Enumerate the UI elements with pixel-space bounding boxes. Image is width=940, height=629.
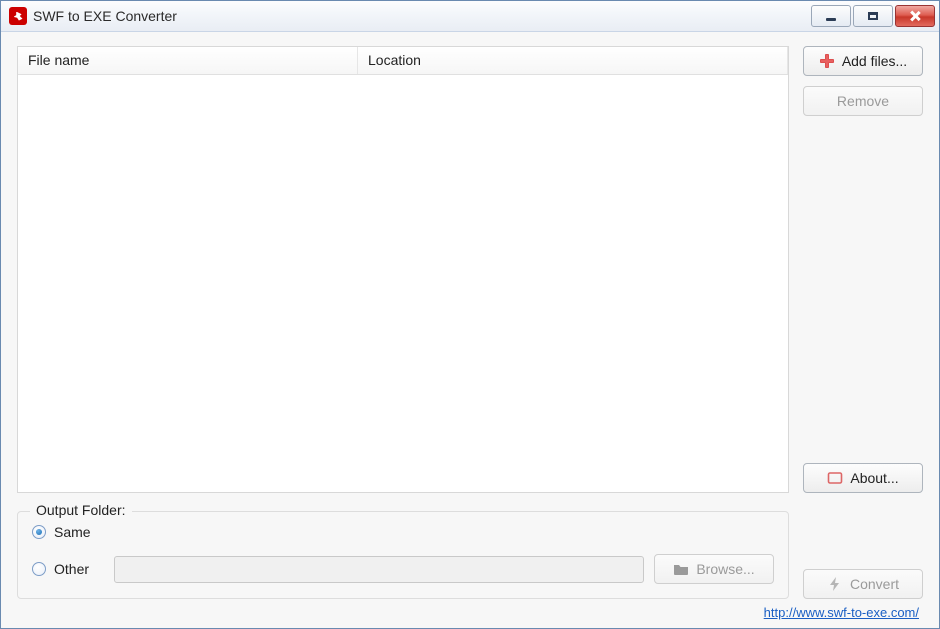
- convert-label: Convert: [850, 576, 899, 592]
- add-files-button[interactable]: Add files...: [803, 46, 923, 76]
- close-button[interactable]: [895, 5, 935, 27]
- radio-other-row: Other Browse...: [32, 554, 774, 584]
- radio-other[interactable]: [32, 562, 46, 576]
- browse-button[interactable]: Browse...: [654, 554, 774, 584]
- table-body[interactable]: [18, 75, 788, 492]
- radio-same[interactable]: [32, 525, 46, 539]
- radio-other-inner[interactable]: Other: [32, 561, 104, 577]
- spacer: [803, 126, 923, 453]
- footer: http://www.swf-to-exe.com/: [17, 599, 923, 620]
- bottom-row: Output Folder: Same Other: [17, 511, 923, 599]
- add-files-label: Add files...: [842, 53, 907, 69]
- radio-same-row[interactable]: Same: [32, 524, 774, 540]
- window-title: SWF to EXE Converter: [33, 8, 811, 24]
- output-path-input[interactable]: [114, 556, 644, 583]
- lightning-icon: [827, 576, 843, 592]
- website-link[interactable]: http://www.swf-to-exe.com/: [764, 605, 919, 620]
- output-folder-legend: Output Folder:: [30, 502, 132, 518]
- top-row: File name Location Add files... Remove A…: [17, 46, 923, 493]
- minimize-icon: [825, 11, 837, 21]
- titlebar[interactable]: SWF to EXE Converter: [1, 1, 939, 32]
- table-header: File name Location: [18, 47, 788, 75]
- folder-icon: [673, 561, 689, 577]
- files-table[interactable]: File name Location: [17, 46, 789, 493]
- browse-label: Browse...: [696, 561, 754, 577]
- column-header-filename[interactable]: File name: [18, 47, 358, 74]
- convert-column: Convert: [803, 569, 923, 599]
- radio-group: Same Other Browse...: [32, 524, 774, 584]
- radio-other-label[interactable]: Other: [54, 561, 89, 577]
- app-window: SWF to EXE Converter File name Location …: [0, 0, 940, 629]
- convert-button[interactable]: Convert: [803, 569, 923, 599]
- radio-same-label[interactable]: Same: [54, 524, 91, 540]
- maximize-button[interactable]: [853, 5, 893, 27]
- remove-label: Remove: [837, 93, 889, 109]
- about-label: About...: [850, 470, 898, 486]
- window-controls: [811, 5, 935, 27]
- about-icon: [827, 470, 843, 486]
- side-buttons: Add files... Remove About...: [803, 46, 923, 493]
- output-folder-group: Output Folder: Same Other: [17, 511, 789, 599]
- maximize-icon: [868, 12, 878, 20]
- column-header-location[interactable]: Location: [358, 47, 788, 74]
- about-button[interactable]: About...: [803, 463, 923, 493]
- client-area: File name Location Add files... Remove A…: [1, 32, 939, 628]
- close-icon: [909, 11, 921, 21]
- minimize-button[interactable]: [811, 5, 851, 27]
- app-icon: [9, 7, 27, 25]
- plus-icon: [819, 53, 835, 69]
- remove-button[interactable]: Remove: [803, 86, 923, 116]
